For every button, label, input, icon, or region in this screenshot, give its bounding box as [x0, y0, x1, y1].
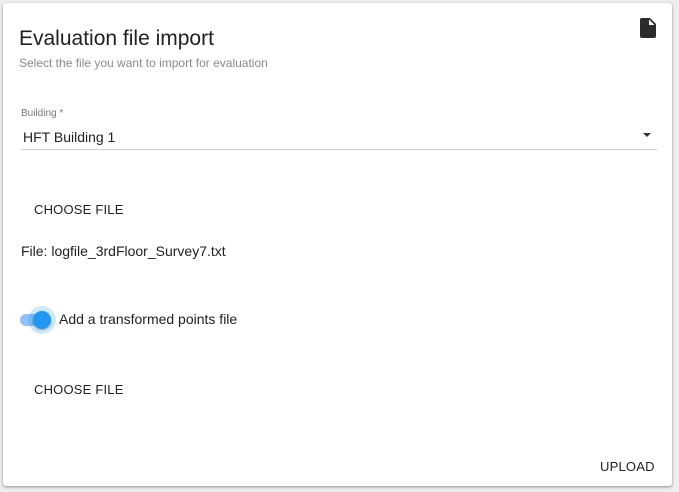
selected-file-name: File: logfile_3rdFloor_Survey7.txt: [21, 243, 226, 259]
building-select-value: HFT Building 1: [23, 129, 116, 145]
choose-log-file-button[interactable]: CHOOSE FILE: [22, 195, 136, 225]
import-dialog: Evaluation file import Select the file y…: [3, 3, 672, 486]
building-select[interactable]: HFT Building 1: [21, 123, 657, 150]
dropdown-arrow-icon: [643, 133, 651, 137]
document-icon: [639, 18, 657, 38]
toggle-thumb: [33, 311, 51, 329]
choose-transformed-file-button[interactable]: CHOOSE FILE: [22, 375, 136, 405]
dialog-subtitle: Select the file you want to import for e…: [19, 56, 268, 70]
upload-button[interactable]: UPLOAD: [588, 452, 667, 482]
dialog-title: Evaluation file import: [19, 27, 214, 50]
transformed-points-label: Add a transformed points file: [59, 311, 238, 327]
building-select-label: Building *: [21, 108, 64, 119]
transformed-points-toggle[interactable]: [18, 305, 58, 335]
